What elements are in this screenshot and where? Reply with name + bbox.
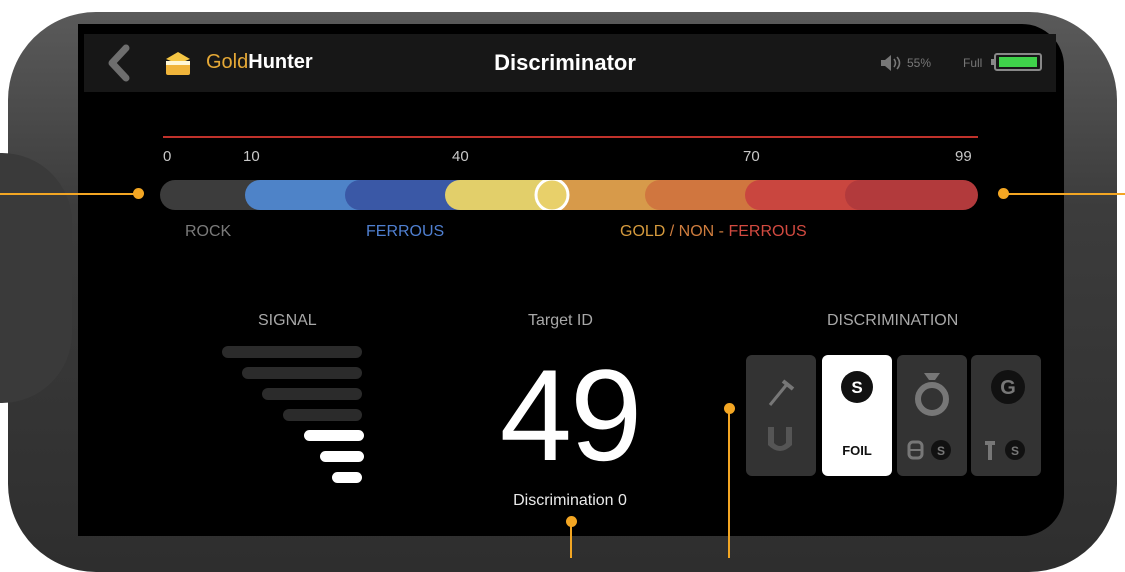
- screw-sub-letter: S: [1011, 444, 1019, 458]
- ring-letter: S: [937, 444, 945, 458]
- discrimination-tile-screw[interactable]: G S: [971, 355, 1041, 476]
- callout-line-left: [0, 193, 138, 195]
- target-id-value: 49: [499, 342, 643, 488]
- volume-icon[interactable]: [880, 55, 904, 71]
- nonferrous-label: FERROUS: [728, 223, 807, 240]
- non-label: / NON -: [665, 223, 729, 240]
- battery-icon: [991, 53, 1042, 71]
- tick-70: 70: [743, 148, 760, 165]
- screw-g-icon: G S: [985, 370, 1025, 460]
- callout-line-target: [570, 521, 572, 558]
- battery-label: Full: [963, 56, 983, 70]
- callout-line-discrimination: [728, 408, 730, 558]
- tick-0: 0: [163, 148, 172, 165]
- discrimination-tile-foil[interactable]: S FOIL: [822, 355, 892, 476]
- treasure-chest-icon: [166, 52, 190, 75]
- tick-10: 10: [243, 148, 260, 165]
- discrimination-tile-ring[interactable]: S: [897, 355, 967, 476]
- page-title: Discriminator: [494, 50, 636, 75]
- gold-label: GOLD: [620, 223, 666, 240]
- back-chevron-icon[interactable]: [104, 44, 134, 82]
- tick-40: 40: [452, 148, 469, 165]
- brand-gold-text: Gold: [206, 51, 249, 73]
- ring-icon: S: [907, 373, 951, 460]
- screw-letter: G: [1000, 377, 1016, 399]
- category-ferrous: FERROUS: [366, 223, 445, 240]
- category-rock: ROCK: [185, 223, 232, 240]
- app-brand: GoldHunter: [206, 51, 313, 74]
- target-id-label: Target ID: [528, 312, 593, 329]
- scale-red-line: [163, 136, 978, 138]
- callout-line-right: [1004, 193, 1125, 195]
- foil-letter: S: [851, 378, 862, 397]
- slider-handle: [534, 180, 570, 210]
- volume-percent: 55%: [907, 56, 932, 70]
- category-gold: GOLD / NON - FERROUS: [620, 223, 807, 241]
- signal-strength-meter: [222, 346, 364, 483]
- callout-dot-left: [133, 188, 144, 199]
- discrimination-value: Discrimination 0: [513, 492, 627, 509]
- signal-label: SIGNAL: [258, 312, 317, 329]
- discrimination-scale-bar[interactable]: [160, 180, 978, 210]
- discrimination-label: DISCRIMINATION: [827, 312, 959, 329]
- phone-notch: [0, 153, 72, 403]
- tick-99: 99: [955, 148, 972, 165]
- discrimination-tile-nail-magnet[interactable]: [746, 355, 816, 476]
- brand-hunter-text: Hunter: [248, 51, 313, 73]
- foil-label: FOIL: [842, 443, 872, 458]
- nail-magnet-icon: [768, 379, 795, 451]
